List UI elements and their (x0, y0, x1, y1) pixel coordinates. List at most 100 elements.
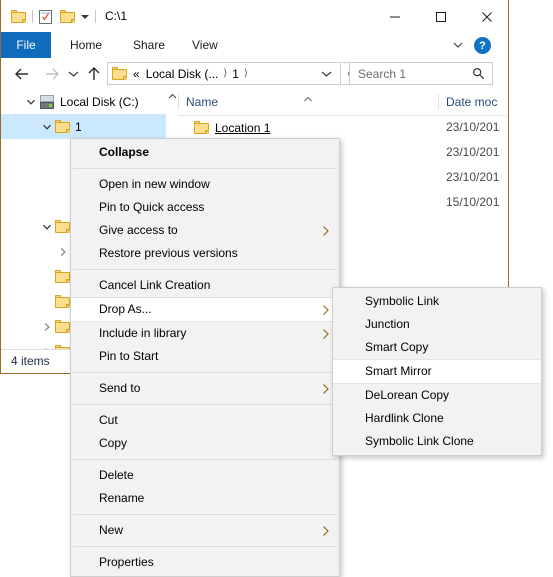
menu-separator (73, 269, 337, 270)
menu-item-cut[interactable]: Cut (71, 409, 339, 432)
search-placeholder: Search 1 (358, 66, 407, 81)
menu-item-label: Give access to (99, 223, 178, 237)
address-folder-icon (112, 67, 127, 80)
qat-separator (32, 10, 33, 23)
menu-item-pin-to-start[interactable]: Pin to Start (71, 345, 339, 368)
menu-item-rename[interactable]: Rename (71, 487, 339, 510)
scroll-up-icon[interactable] (166, 89, 178, 103)
menu-item-send-to[interactable]: Send to (71, 377, 339, 400)
file-date-0: 23/10/201 (446, 120, 500, 134)
twisty-placeholder (55, 189, 71, 214)
status-item-count: 4 items (11, 354, 50, 368)
menu-item-label: Send to (99, 381, 141, 395)
back-button[interactable] (9, 58, 35, 89)
twisty-placeholder (39, 289, 55, 314)
breadcrumb-overflow[interactable]: « (127, 67, 143, 81)
arrow-left-icon (15, 68, 28, 79)
window-title: C:\1 (105, 9, 128, 23)
menu-separator (73, 168, 337, 169)
breadcrumb-local-disk[interactable]: Local Disk (... (143, 67, 222, 81)
up-button[interactable] (83, 58, 105, 89)
address-dropdown-icon[interactable] (321, 70, 332, 78)
submenu-item-symbolic-link[interactable]: Symbolic Link (333, 290, 541, 313)
search-icon[interactable] (472, 67, 485, 80)
recent-locations-button[interactable] (64, 58, 82, 89)
submenu-item-smart-mirror[interactable]: Smart Mirror (333, 359, 541, 384)
properties-icon[interactable] (39, 9, 52, 24)
tree-item-local-disk[interactable]: Local Disk (C:) (1, 89, 166, 114)
help-button[interactable]: ? (474, 37, 491, 54)
tree-item-label: 1 (75, 119, 82, 134)
close-button[interactable] (464, 2, 510, 32)
menu-item-delete[interactable]: Delete (71, 464, 339, 487)
tab-share[interactable]: Share (122, 32, 176, 58)
submenu-item-junction[interactable]: Junction (333, 313, 541, 336)
submenu-item-smart-copy[interactable]: Smart Copy (333, 336, 541, 359)
customize-caret-icon[interactable] (81, 14, 89, 19)
menu-item-label: Drop As... (99, 302, 152, 316)
folder-icon (55, 320, 70, 333)
address-bar-row: « Local Disk (... ⟩ 1 ⟩ Search 1 (1, 58, 507, 89)
breadcrumb-chevron-icon-2[interactable]: ⟩ (242, 68, 250, 79)
column-headers: Name Date moc (178, 89, 507, 116)
twisty-placeholder (55, 164, 71, 189)
submenu-item-hardlink-clone[interactable]: Hardlink Clone (333, 407, 541, 430)
qat-separator-2 (95, 10, 96, 23)
menu-item-drop-as[interactable]: Drop As... (71, 297, 339, 322)
menu-item-include-in-library[interactable]: Include in library (71, 322, 339, 345)
submenu-drop-as: Symbolic Link Junction Smart Copy Smart … (332, 287, 542, 456)
chevron-right-icon (323, 328, 329, 339)
menu-separator (73, 546, 337, 547)
menu-item-open-in-new-window[interactable]: Open in new window (71, 173, 339, 196)
menu-item-restore-previous-versions[interactable]: Restore previous versions (71, 242, 339, 265)
twisty-expanded-icon[interactable] (23, 89, 39, 114)
chevron-right-icon (323, 225, 329, 236)
context-menu: Collapse Open in new window Pin to Quick… (70, 138, 340, 577)
menu-item-cancel-link-creation[interactable]: Cancel Link Creation (71, 274, 339, 297)
arrow-right-icon (46, 68, 59, 79)
menu-item-new[interactable]: New (71, 519, 339, 542)
submenu-item-symbolic-link-clone[interactable]: Symbolic Link Clone (333, 430, 541, 453)
minimize-button[interactable] (372, 2, 418, 32)
chevron-down-icon[interactable] (452, 39, 464, 51)
menu-item-pin-to-quick-access[interactable]: Pin to Quick access (71, 196, 339, 219)
minimize-icon (390, 16, 400, 18)
tab-file[interactable]: File (1, 32, 51, 58)
menu-item-collapse[interactable]: Collapse (71, 141, 339, 164)
tab-home[interactable]: Home (59, 32, 113, 58)
menu-item-label: New (99, 523, 124, 537)
menu-separator (73, 459, 337, 460)
breadcrumb-folder-1[interactable]: 1 (229, 67, 242, 81)
file-date-1: 23/10/201 (446, 145, 500, 159)
menu-item-copy[interactable]: Copy (71, 432, 339, 455)
arrow-up-icon (88, 66, 100, 80)
chevron-right-icon (323, 525, 329, 536)
address-bar[interactable]: « Local Disk (... ⟩ 1 ⟩ (107, 62, 341, 85)
file-name-label[interactable]: Location 1 (215, 121, 270, 135)
search-input[interactable]: Search 1 (349, 62, 493, 85)
folder-icon[interactable] (11, 10, 26, 23)
checkmark-glyph (42, 12, 49, 21)
submenu-item-delorean-copy[interactable]: DeLorean Copy (333, 384, 541, 407)
twisty-expanded-icon[interactable] (39, 114, 55, 139)
forward-button[interactable] (39, 58, 65, 89)
new-folder-icon[interactable] (60, 10, 75, 23)
column-header-date[interactable]: Date moc (438, 89, 518, 115)
menu-item-properties[interactable]: Properties (71, 551, 339, 574)
twisty-placeholder (55, 139, 71, 164)
quick-access-toolbar (11, 1, 102, 32)
maximize-button[interactable] (418, 2, 464, 32)
twisty-collapsed-icon[interactable] (39, 314, 55, 339)
menu-separator (73, 514, 337, 515)
twisty-collapsed-icon[interactable] (55, 239, 71, 264)
folder-icon (55, 120, 70, 133)
menu-item-give-access-to[interactable]: Give access to (71, 219, 339, 242)
close-icon (482, 12, 492, 22)
folder-icon (194, 121, 209, 134)
menu-item-label: Include in library (99, 326, 187, 340)
tree-item-folder-1[interactable]: 1 (1, 114, 166, 139)
tab-view[interactable]: View (181, 32, 229, 58)
breadcrumb-chevron-icon[interactable]: ⟩ (221, 68, 229, 79)
twisty-expanded-icon[interactable] (39, 214, 55, 239)
column-header-name[interactable]: Name (178, 89, 448, 115)
